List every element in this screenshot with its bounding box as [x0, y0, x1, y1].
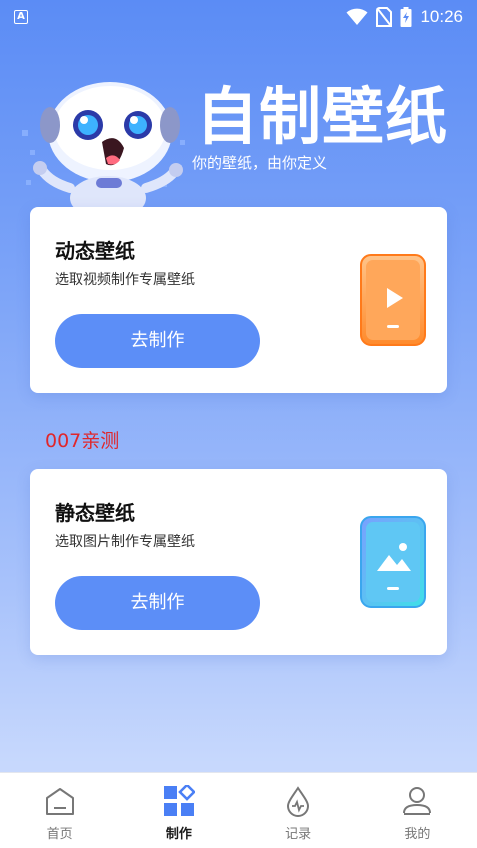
- card-title: 静态壁纸: [55, 501, 135, 525]
- battery-charging-icon: [400, 7, 412, 27]
- bottom-tab-bar: 首页 制作 记录 我的: [0, 772, 477, 848]
- tester-note: 007亲测: [45, 430, 120, 452]
- tab-label: 制作: [165, 827, 192, 842]
- tab-label: 我的: [404, 827, 431, 842]
- record-icon: [287, 786, 310, 817]
- app-notification-icon: A: [14, 10, 28, 24]
- wifi-icon: [346, 8, 368, 25]
- tab-record[interactable]: 记录: [239, 773, 358, 848]
- card-title: 动态壁纸: [55, 239, 135, 263]
- static-wallpaper-card[interactable]: 静态壁纸 选取图片制作专属壁纸 去制作: [30, 469, 447, 655]
- make-dynamic-wallpaper-button[interactable]: 去制作: [55, 314, 260, 368]
- tab-make[interactable]: 制作: [119, 773, 238, 848]
- image-phone-icon: [360, 516, 426, 608]
- tab-label: 首页: [46, 827, 73, 842]
- tab-label: 记录: [285, 827, 312, 842]
- profile-icon: [403, 787, 432, 815]
- video-phone-icon: [360, 254, 426, 346]
- make-icon: [163, 785, 195, 816]
- clock: 10:26: [420, 7, 463, 26]
- tab-home[interactable]: 首页: [0, 773, 119, 848]
- dynamic-wallpaper-card[interactable]: 动态壁纸 选取视频制作专属壁纸 去制作: [30, 207, 447, 393]
- home-icon: [45, 788, 74, 815]
- card-description: 选取图片制作专属壁纸: [55, 534, 195, 550]
- tab-profile[interactable]: 我的: [358, 773, 477, 848]
- page-title: 自制壁纸: [196, 80, 449, 153]
- no-sim-icon: [376, 7, 393, 27]
- card-description: 选取视频制作专属壁纸: [55, 272, 195, 288]
- make-static-wallpaper-button[interactable]: 去制作: [55, 576, 260, 630]
- status-bar: A 10:26: [0, 0, 477, 34]
- page-subtitle: 你的壁纸，由你定义: [192, 154, 328, 172]
